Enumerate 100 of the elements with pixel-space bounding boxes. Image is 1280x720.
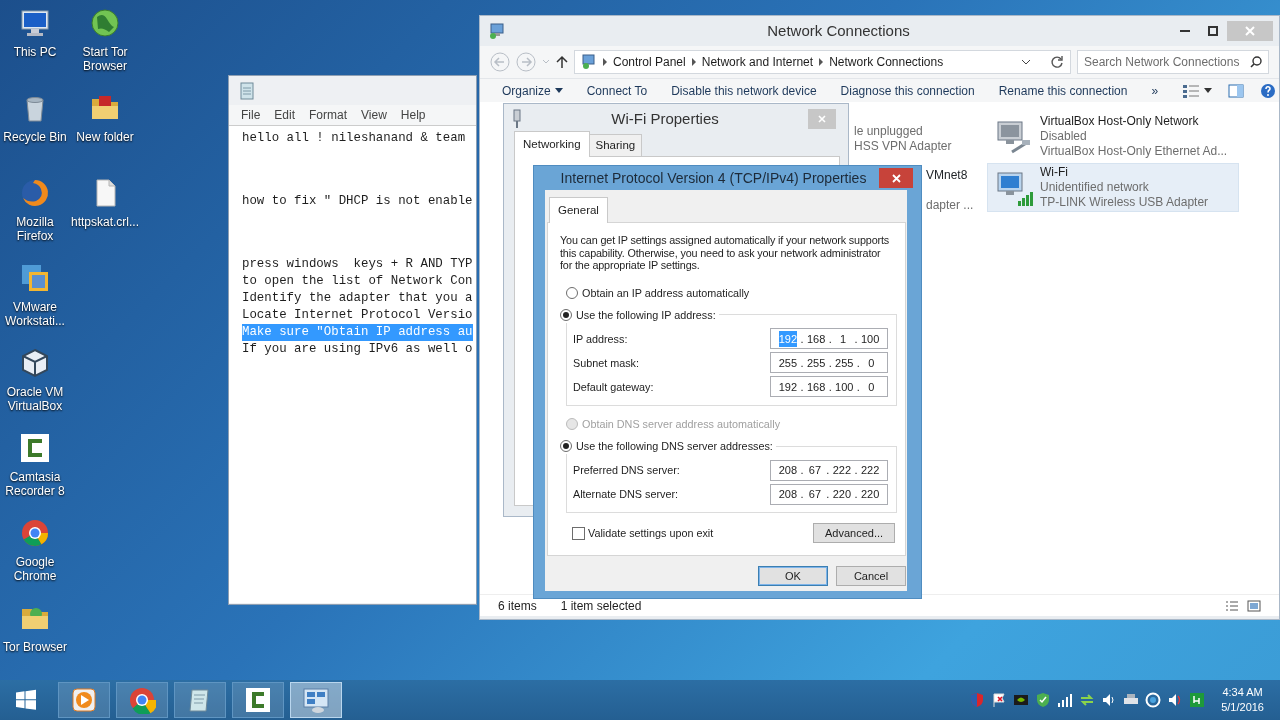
tab[interactable]: Networking — [514, 130, 590, 157]
menu-item[interactable]: Format — [309, 106, 348, 124]
close-button[interactable] — [879, 168, 913, 188]
icon-label[interactable]: Camtasia Recorder 8 — [0, 470, 70, 498]
address-bar[interactable]: Control Panel Network and Internet Network Connections — [574, 50, 1071, 74]
icon-label[interactable]: Google Chrome — [0, 555, 70, 583]
icon-label[interactable]: Mozilla Firefox — [0, 215, 70, 243]
adapter-icon — [512, 109, 522, 129]
ring-icon[interactable] — [1145, 692, 1162, 708]
taskbar-button[interactable] — [116, 682, 168, 718]
item-name: VirtualBox Host-Only Network — [1040, 114, 1200, 129]
flag-icon[interactable] — [991, 692, 1008, 708]
square-icon[interactable] — [1189, 692, 1206, 708]
up-arrow-icon[interactable] — [556, 55, 568, 69]
minimize-icon — [1180, 30, 1190, 32]
browser-icon[interactable] — [19, 517, 51, 549]
ip-field[interactable]: 192 . 168 . 1 . 100 — [770, 328, 888, 350]
item-detail: VirtualBox Host-Only Ethernet Ad... — [1040, 144, 1228, 159]
more-button[interactable]: » — [1151, 81, 1159, 100]
search-field[interactable]: Search Network Connections — [1077, 50, 1269, 74]
icon-label[interactable]: Start Tor Browser — [70, 45, 140, 73]
item-detail: dapter ... — [926, 198, 975, 213]
icon-label[interactable]: httpskat.crl... — [70, 215, 140, 229]
logo-icon[interactable] — [19, 432, 51, 464]
arrows-icon[interactable] — [1079, 692, 1096, 708]
text-line: Identify the adapter that you a — [242, 290, 473, 307]
computer-icon[interactable] — [19, 7, 51, 39]
ip-field[interactable]: 192 . 168 . 100 . 0 — [770, 376, 888, 398]
play-icon — [70, 686, 98, 714]
item-detail: TP-LINK Wireless USB Adapter — [1040, 195, 1209, 210]
ip-field[interactable]: 255 . 255 . 255 . 0 — [770, 352, 888, 374]
taskbar-button[interactable] — [232, 682, 284, 718]
radio-option[interactable]: Obtain an IP address automatically — [566, 284, 893, 301]
search-input[interactable]: Search Network Connections — [1084, 52, 1244, 72]
ip-field[interactable]: 208 . 67 . 220 . 220 — [770, 483, 888, 505]
field-label: Default gateway: — [573, 379, 654, 395]
view-icon[interactable] — [1182, 82, 1201, 99]
shield-icon[interactable] — [1035, 692, 1052, 708]
icon-label[interactable]: Tor Browser — [0, 640, 70, 654]
ok-button[interactable]: OK — [758, 566, 828, 586]
field-label: Subnet mask: — [573, 355, 639, 371]
dropdown-caret-icon[interactable] — [1021, 59, 1031, 65]
squares-icon[interactable] — [19, 262, 51, 294]
radio-option[interactable]: Use the following DNS server addresses: — [560, 438, 773, 455]
icon-label[interactable]: This PC — [0, 45, 70, 59]
cancel-button[interactable]: Cancel — [836, 566, 906, 586]
text-line: Locate Internet Protocol Versio — [242, 307, 473, 324]
maximize-icon — [1208, 26, 1218, 36]
refresh-icon[interactable] — [1050, 55, 1064, 69]
icon-label[interactable]: Recycle Bin — [0, 130, 70, 144]
checkbox[interactable]: Validate settings upon exit — [572, 525, 714, 542]
taskbar-button[interactable] — [58, 682, 110, 718]
menu-item[interactable]: Edit — [274, 106, 296, 124]
browser-icon[interactable] — [19, 177, 51, 209]
breadcrumb-item[interactable]: Control Panel — [613, 53, 686, 71]
tab[interactable]: Sharing — [588, 133, 643, 156]
breadcrumb-item[interactable]: Network Connections — [829, 53, 944, 71]
signal-icon[interactable] — [1057, 692, 1074, 708]
menu-item[interactable]: File — [241, 106, 261, 124]
control-panel-icon — [581, 54, 597, 70]
icon-label[interactable]: VMware Workstati... — [0, 300, 70, 328]
toolbar-button[interactable]: Organize — [502, 81, 551, 100]
breadcrumb-item[interactable]: Network and Internet — [701, 53, 814, 71]
menu-item[interactable]: View — [361, 106, 387, 124]
tiles-view-icon[interactable] — [1247, 599, 1261, 612]
cube-icon[interactable] — [19, 347, 51, 379]
item-name: VMnet8 — [926, 168, 969, 183]
chevron-icon — [602, 58, 608, 66]
icon-label[interactable]: Oracle VM VirtualBox — [0, 385, 70, 413]
chevron-icon — [818, 58, 825, 66]
connection-item[interactable]: Wi-Fi Unidentified network TP-LINK Wireless USB Adapter — [987, 163, 1239, 212]
caret-icon[interactable] — [554, 88, 563, 93]
item-name: Wi-Fi — [1040, 165, 1069, 180]
radio-option[interactable]: Use the following IP address: — [560, 306, 716, 323]
network-icon — [488, 22, 506, 40]
text-line: how to fix " DHCP is not enable — [242, 193, 473, 210]
advanced-button[interactable]: Advanced... — [813, 523, 895, 544]
globe-icon[interactable] — [89, 7, 121, 39]
taskbar-button[interactable] — [290, 682, 342, 718]
chip-icon[interactable] — [1013, 692, 1030, 708]
toolbar-button[interactable]: Diagnose this connection — [840, 81, 975, 100]
icon-label[interactable]: New folder — [70, 130, 140, 144]
toolbar-button[interactable]: Connect To — [586, 81, 648, 100]
text-line: press windows keys + R AND TYP — [242, 256, 473, 273]
toolbar-button[interactable]: Rename this connection — [998, 81, 1128, 100]
window-title: Network Connections — [766, 20, 911, 41]
network-icon — [302, 686, 330, 714]
item-status: Disabled — [1040, 129, 1088, 144]
taskbar-button[interactable] — [174, 682, 226, 718]
ip-field[interactable]: 208 . 67 . 222 . 222 — [770, 459, 888, 481]
toolbar-button[interactable]: Disable this network device — [671, 81, 817, 100]
dialog-title: Wi-Fi Properties — [610, 108, 720, 129]
status-text: 6 items — [498, 597, 537, 615]
menu-item[interactable]: Help — [400, 106, 426, 124]
tab[interactable]: General — [549, 196, 608, 223]
clock-time[interactable]: 4:34 AM — [1222, 685, 1263, 700]
caret-icon[interactable] — [1204, 88, 1213, 93]
item-status: Unidentified network — [1040, 180, 1150, 195]
help-icon[interactable] — [1260, 82, 1277, 99]
clock-date[interactable]: 5/1/2016 — [1221, 700, 1264, 715]
